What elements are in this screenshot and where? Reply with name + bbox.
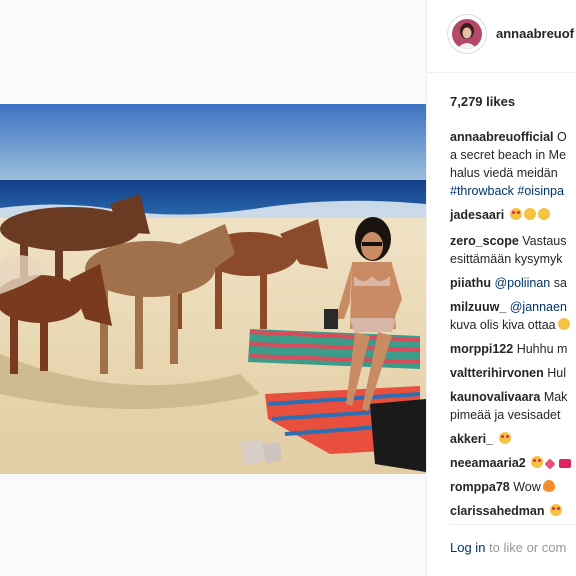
comment-username[interactable]: jadesaari xyxy=(450,208,504,222)
comment-username[interactable]: morppi122 xyxy=(450,342,513,356)
comment-username[interactable]: neeamaaria2 xyxy=(450,456,526,470)
post-header: annaabreuof xyxy=(427,0,576,73)
login-prompt-text: to like or com xyxy=(485,540,567,555)
comment-text-line-2: esittämään kysymyk xyxy=(450,252,563,266)
login-link[interactable]: Log in xyxy=(450,540,485,555)
comment-item: milzuuw_ @jannaen xyxy=(450,298,567,316)
likes-count[interactable]: 7,279 likes xyxy=(450,94,515,109)
comment-username[interactable]: milzuuw_ xyxy=(450,300,506,314)
comment-item: kaunovalivaara Mak xyxy=(450,388,567,406)
comment-item: clarissahedman xyxy=(450,502,562,520)
caption-line-3: halus viedä meidän xyxy=(450,166,558,180)
comment-item: akkeri_ xyxy=(450,430,511,448)
photo-pane xyxy=(0,0,426,576)
heart-eyes-emoji-icon xyxy=(498,432,511,444)
comment-mention[interactable]: @jannaen xyxy=(506,300,567,314)
comment-username[interactable]: kaunovalivaara xyxy=(450,390,540,404)
comment-text-line-2: kuva olis kiva ottaa xyxy=(450,318,556,332)
comment-item: jadesaari xyxy=(450,206,550,224)
caption-line-2: a secret beach in Me xyxy=(450,148,567,162)
comment-item: neeamaaria2 xyxy=(450,454,572,472)
post-sidebar: annaabreuof 7,279 likes annaabreuofficia… xyxy=(426,0,576,576)
login-prompt: Log in to like or com xyxy=(450,540,566,555)
post-photo[interactable] xyxy=(0,104,426,474)
comment-text: Mak xyxy=(540,390,568,404)
comment-text: sa xyxy=(550,276,567,290)
beach-horses-image xyxy=(0,104,426,474)
footer-divider xyxy=(450,524,576,525)
smile-emoji-icon xyxy=(523,208,536,220)
heart-eyes-emoji-icon xyxy=(509,208,522,220)
comment-item: morppi122 Huhhu m xyxy=(450,340,567,358)
caption-username[interactable]: annaabreuofficial xyxy=(450,130,554,144)
comment-item: romppa78 Wow xyxy=(450,478,555,496)
header-username[interactable]: annaabreuof xyxy=(496,26,574,41)
fire-emoji-icon xyxy=(542,480,555,492)
comment-item: valtterihirvonen Hul xyxy=(450,364,566,382)
comment-username[interactable]: akkeri_ xyxy=(450,432,493,446)
comment-username[interactable]: romppa78 xyxy=(450,480,510,494)
smile-emoji-icon xyxy=(557,318,570,330)
heart-eyes-emoji-icon xyxy=(531,456,544,468)
comment-item: piiathu @poliinan sa xyxy=(450,274,567,292)
comment-item: zero_scope Vastaus xyxy=(450,232,567,250)
comment-text: Hul xyxy=(543,366,567,380)
comment-username[interactable]: valtterihirvonen xyxy=(450,366,544,380)
sos-emoji-icon xyxy=(559,459,572,468)
avatar[interactable] xyxy=(448,15,486,53)
comment-username[interactable]: zero_scope xyxy=(450,234,519,248)
caption-text: O xyxy=(553,130,567,144)
smile-emoji-icon xyxy=(537,208,550,220)
heart-eyes-emoji-icon xyxy=(549,504,562,516)
comment-username[interactable]: clarissahedman xyxy=(450,504,545,518)
caption: annaabreuofficial O xyxy=(450,128,567,146)
caption-hashtags[interactable]: #throwback #oisinpa xyxy=(450,182,564,200)
avatar-image xyxy=(452,19,482,49)
comment-line-2: kuva olis kiva ottaa xyxy=(450,316,570,334)
comment-text: Vastaus xyxy=(518,234,567,248)
comment-username[interactable]: piiathu xyxy=(450,276,491,290)
comment-text: Huhhu m xyxy=(513,342,568,356)
comment-mention[interactable]: @poliinan xyxy=(491,276,550,290)
comment-text-line-2: pimeää ja vesisadet xyxy=(450,408,561,422)
comment-text: Wow xyxy=(509,480,541,494)
heart-emoji-icon xyxy=(544,458,556,470)
